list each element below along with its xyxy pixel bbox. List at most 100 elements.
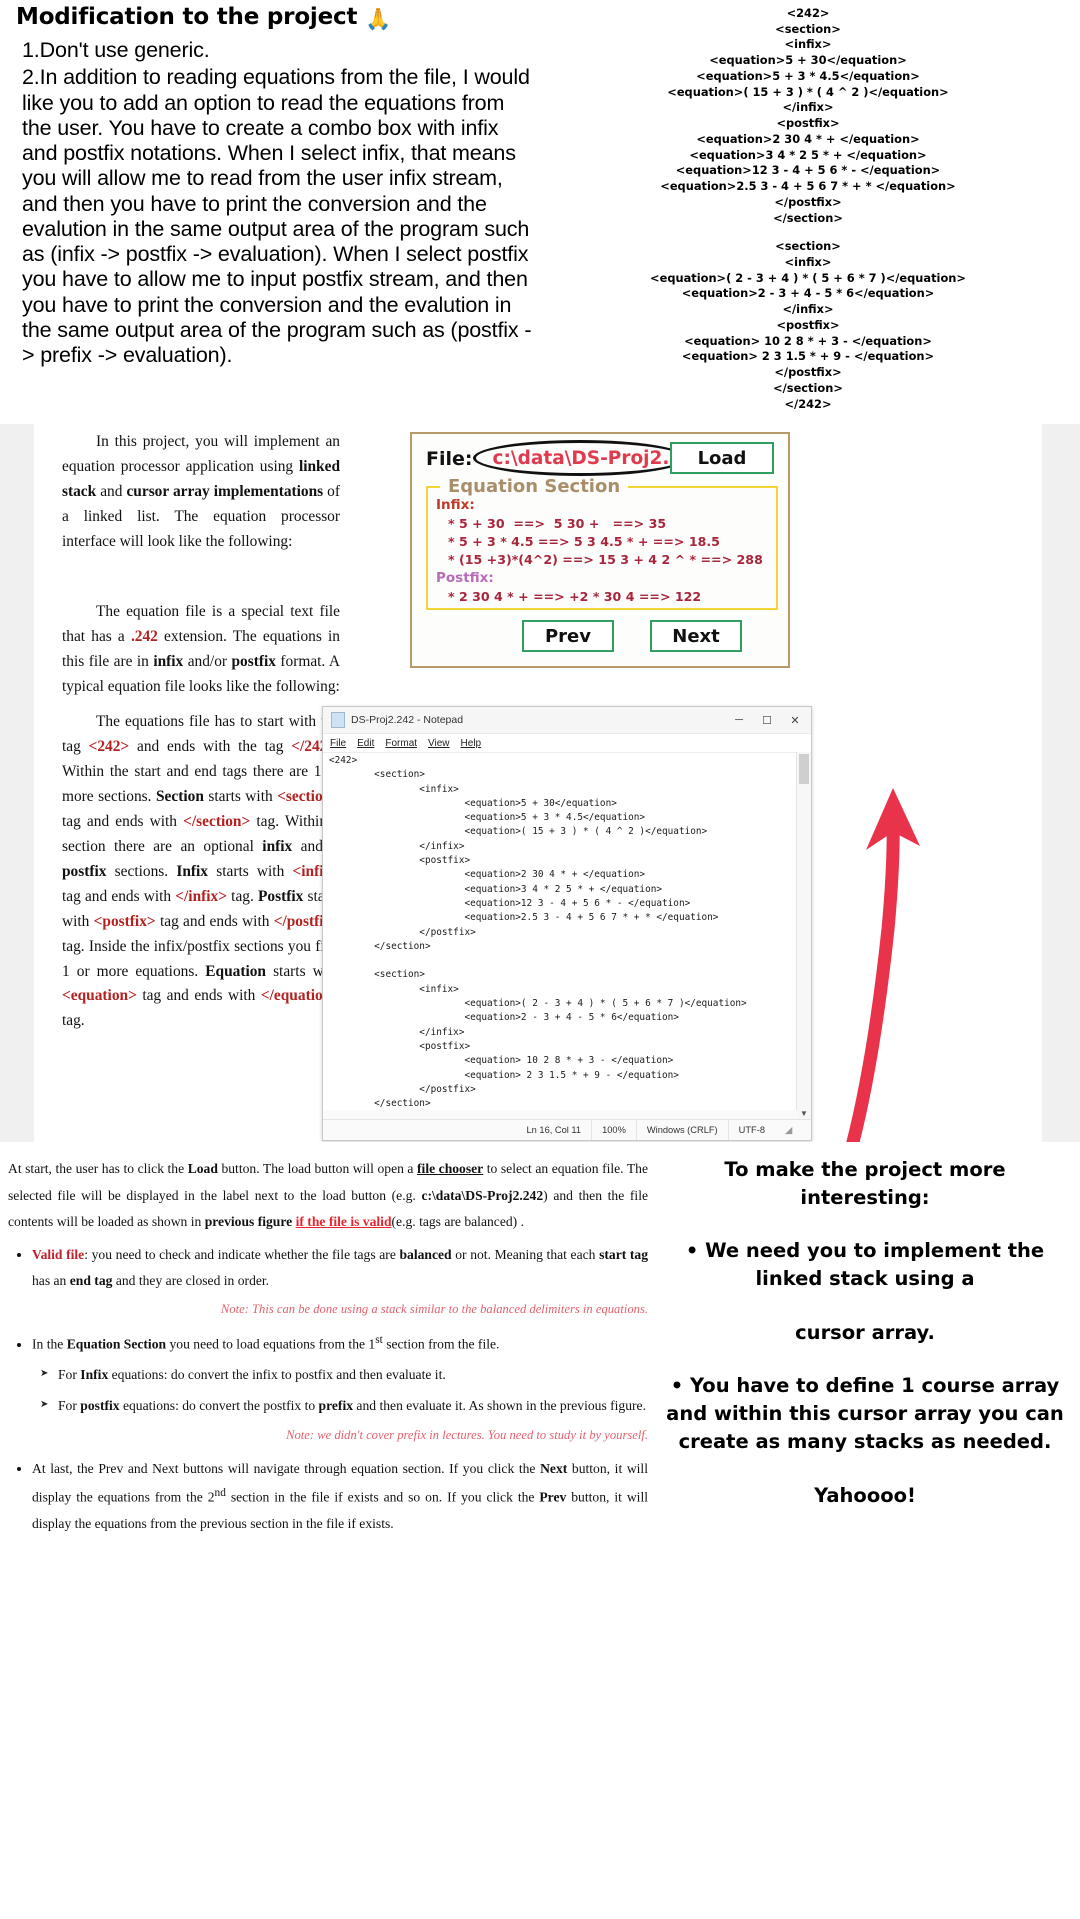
resize-grip-icon[interactable]: ◢	[775, 1120, 811, 1140]
xml-line: </infix>	[782, 302, 834, 317]
doc-text-b: Equation	[205, 962, 266, 980]
menu-item-edit[interactable]: Edit	[357, 738, 374, 749]
extra-bullet: • We need you to implement the linked st…	[685, 1239, 1045, 1291]
navigation-buttons: Prev Next	[522, 620, 742, 652]
requirement-bullet: Valid file: you need to check and indica…	[32, 1242, 648, 1322]
doc-paragraph-2: The equation file is a special text file…	[62, 600, 340, 714]
xml-line: <equation>2 - 3 + 4 - 5 * 6</equation>	[681, 286, 935, 301]
requirement-sub-bullet: For postfix equations: do convert the po…	[40, 1393, 648, 1420]
menu-item-format-label: Format	[385, 737, 418, 749]
notepad-document-icon	[331, 712, 345, 728]
load-button[interactable]: Load	[670, 442, 774, 474]
doc-text: : you need to check and indicate whether…	[84, 1246, 400, 1262]
notepad-statusbar: Ln 16, Col 11 100% Windows (CRLF) UTF-8 …	[323, 1119, 811, 1140]
modification-panel: Modification to the project 🙏 1.Don't us…	[0, 0, 1080, 424]
requirements-paragraph: At start, the user has to click the Load…	[8, 1156, 648, 1236]
requirements-bullet-list: Valid file: you need to check and indica…	[8, 1242, 648, 1538]
praying-hands-icon: 🙏	[365, 7, 392, 31]
doc-text-b: Prev	[539, 1489, 567, 1505]
notepad-titlebar[interactable]: DS-Proj2.242 - Notepad ─ ☐ ✕	[323, 707, 811, 734]
xml-line: </infix>	[782, 100, 834, 115]
doc-text: tag.	[227, 887, 258, 905]
doc-text: At start, the user has to click the	[8, 1161, 188, 1176]
doc-text-b: Load	[187, 1161, 218, 1176]
doc-text-b: Postfix	[258, 887, 304, 905]
maximize-icon[interactable]: ☐	[753, 714, 781, 727]
extra-requirements-column: To make the project more interesting: • …	[660, 1156, 1070, 1509]
requirement-sub-list: For Infix equations: do convert the infi…	[32, 1362, 648, 1419]
minimize-icon[interactable]: ─	[725, 714, 753, 726]
modification-text-column: Modification to the project 🙏 1.Don't us…	[8, 4, 536, 368]
requirement-sub-bullet: For Infix equations: do convert the infi…	[40, 1362, 648, 1389]
menu-item-format[interactable]: Format	[385, 738, 417, 749]
doc-text-tag: <postfix>	[93, 912, 156, 930]
xml-line: </242>	[784, 396, 832, 411]
doc-text-b: Section	[156, 787, 204, 805]
doc-text: sections.	[106, 862, 177, 880]
doc-text: and they are closed in order.	[112, 1273, 270, 1288]
status-zoom-level: 100%	[591, 1120, 636, 1140]
doc-paragraph-3: The equations file has to start with the…	[62, 710, 340, 1048]
scrollbar-thumb[interactable]	[799, 754, 809, 784]
doc-text: In the	[32, 1336, 67, 1352]
xml-line: <infix>	[784, 37, 832, 52]
requirements-column: At start, the user has to click the Load…	[8, 1156, 648, 1546]
menu-item-view[interactable]: View	[428, 738, 450, 749]
doc-text-blk-ul: file chooser	[417, 1161, 484, 1176]
doc-text: and	[96, 482, 127, 500]
menu-item-file[interactable]: File	[330, 738, 346, 749]
xml-line: <equation>( 15 + 3 ) * ( 4 ^ 2 )</equati…	[667, 84, 949, 99]
xml-line: <equation>5 + 30</equation>	[709, 53, 907, 68]
doc-text: or not. Meaning that each	[451, 1246, 600, 1262]
next-button[interactable]: Next	[650, 620, 742, 652]
doc-text: tag.	[62, 1012, 85, 1030]
menu-item-edit-label: Edit	[357, 737, 375, 749]
notepad-title-text: DS-Proj2.242 - Notepad	[351, 714, 464, 726]
doc-text-tag: </infix>	[175, 887, 228, 905]
doc-text-red-ul: if the file is valid	[295, 1214, 392, 1229]
xml-line: </postfix>	[774, 365, 842, 380]
xml-line: <equation>3 4 * 2 5 * + </equation>	[689, 147, 927, 162]
doc-text-bold: postfix	[231, 652, 276, 670]
prev-button[interactable]: Prev	[522, 620, 614, 652]
doc-text: tag and ends with	[136, 987, 261, 1005]
xml-line: <242>	[786, 6, 830, 20]
doc-paragraph-1: In this project, you will implement an e…	[62, 430, 340, 569]
doc-text: starts with	[208, 862, 293, 880]
menu-item-help[interactable]: Help	[461, 738, 482, 749]
doc-text: has an	[32, 1273, 70, 1288]
highlight-ellipse-icon	[472, 440, 687, 476]
requirement-bullet: In the Equation Section you need to load…	[32, 1329, 648, 1448]
notepad-vertical-scrollbar[interactable]: ▲ ▼	[796, 752, 811, 1120]
page-title: Modification to the project 🙏	[16, 4, 536, 32]
doc-text: and ends with the tag	[129, 737, 292, 755]
close-icon[interactable]: ✕	[781, 714, 809, 727]
extra-bullet: • You have to define 1 course array and …	[666, 1374, 1064, 1453]
xml-line: <section>	[775, 21, 841, 36]
doc-text: tag and ends with	[62, 887, 176, 905]
modification-item-1: 1.Don't use generic.	[22, 38, 210, 62]
doc-text-b: start tag	[599, 1246, 648, 1262]
extra-heading: To make the project more interesting:	[724, 1158, 1006, 1209]
doc-text: and then evaluate it. As shown in the pr…	[353, 1397, 646, 1413]
xml-line: <equation>5 + 3 * 4.5</equation>	[696, 68, 920, 83]
xml-block-1: <242> <section> <infix> <equation>5 + 30…	[536, 6, 1080, 226]
xml-line: <equation> 2 3 1.5 * + 9 - </equation>	[681, 349, 935, 364]
page-margin-right	[1042, 424, 1080, 1142]
notepad-menubar: File Edit Format View Help	[323, 734, 811, 753]
doc-text-b: postfix	[80, 1397, 120, 1413]
extra-closing: Yahoooo!	[814, 1483, 916, 1507]
notepad-text-area[interactable]: <242> <section> <infix> <equation>5 + 30…	[323, 752, 797, 1120]
doc-text: tag and ends with	[62, 812, 184, 830]
page-title-text: Modification to the project	[16, 4, 358, 30]
doc-text-b: Equation Section	[66, 1336, 167, 1352]
infix-line: * (15 +3)*(4^2) ==> 15 3 + 4 2 ^ * ==> 2…	[448, 551, 763, 567]
status-cursor-position: Ln 16, Col 11	[526, 1125, 582, 1135]
xml-line: <equation> 10 2 8 * + 3 - </equation>	[684, 333, 932, 348]
doc-text-b: Infix	[176, 862, 208, 880]
doc-text: For	[58, 1397, 81, 1413]
doc-text: (e.g. tags are balanced) .	[391, 1214, 524, 1229]
